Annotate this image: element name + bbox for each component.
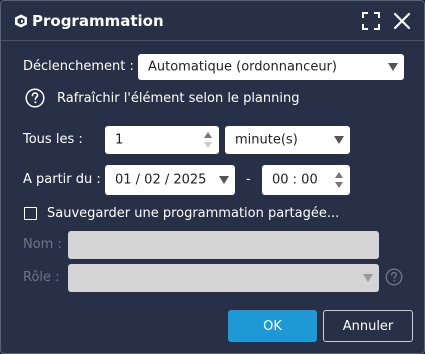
chevron-down-icon (334, 136, 344, 144)
role-select (68, 264, 379, 292)
title-divider (1, 40, 424, 41)
maximize-icon[interactable] (362, 12, 380, 30)
chevron-down-icon (363, 274, 373, 282)
shared-schedule-checkbox[interactable] (24, 207, 37, 220)
role-help-icon (385, 268, 403, 286)
start-label: A partir du : (23, 172, 101, 187)
name-label: Nom : (23, 237, 62, 252)
name-input (68, 231, 379, 259)
app-logo-icon (15, 14, 27, 28)
start-date-value: 01 / 02 / 2025 (115, 172, 207, 188)
every-label: Tous les : (23, 132, 83, 147)
chevron-down-icon (388, 63, 398, 71)
dialog-title: Programmation (32, 12, 164, 30)
programmation-dialog: Programmation Déclenchement : Automatiqu… (0, 0, 425, 354)
start-time-value: 00 : 00 (272, 172, 318, 188)
date-time-separator: - (246, 172, 251, 187)
role-label: Rôle : (23, 270, 60, 285)
title-bar: Programmation (1, 1, 424, 41)
every-unit-select[interactable]: minute(s) (225, 126, 350, 154)
every-value-stepper[interactable]: 1 (105, 126, 219, 154)
every-value: 1 (115, 132, 124, 148)
every-unit-value: minute(s) (235, 132, 298, 148)
stepper-arrows-icon[interactable] (203, 130, 213, 150)
help-icon[interactable] (25, 88, 45, 108)
start-time-stepper[interactable]: 00 : 00 (262, 165, 350, 195)
shared-schedule-label[interactable]: Sauvegarder une programmation partagée..… (47, 206, 339, 221)
start-date-input[interactable]: 01 / 02 / 2025 (105, 165, 235, 195)
cancel-button[interactable]: Annuler (323, 310, 413, 342)
trigger-select[interactable]: Automatique (ordonnanceur) (138, 54, 404, 80)
chevron-down-icon[interactable] (219, 176, 229, 184)
close-icon[interactable] (392, 11, 412, 31)
refresh-hint-text: Rafraîchir l'élément selon le planning (57, 91, 300, 106)
ok-button[interactable]: OK (228, 310, 317, 342)
trigger-select-value: Automatique (ordonnanceur) (148, 59, 337, 75)
stepper-arrows-icon[interactable] (334, 170, 344, 190)
trigger-label: Déclenchement : (23, 59, 134, 74)
